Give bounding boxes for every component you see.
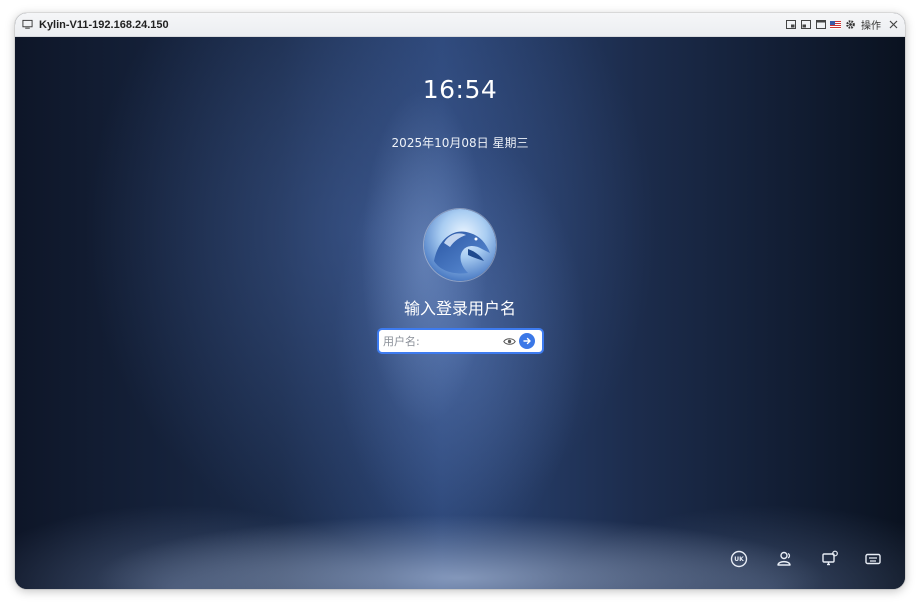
- switch-user-icon[interactable]: [774, 549, 794, 569]
- clock-date: 2025年10月08日 星期三: [391, 136, 529, 150]
- split-view-icon[interactable]: [800, 19, 811, 30]
- virtual-keyboard-icon[interactable]: [863, 549, 883, 569]
- login-prompt: 输入登录用户名: [403, 299, 516, 318]
- network-icon[interactable]: [820, 549, 840, 569]
- arrow-right-icon: [523, 337, 531, 345]
- picture-in-picture-icon[interactable]: [785, 19, 796, 30]
- lock-screen: 16:54 2025年10月08日 星期三 输入登录用户名 用户名: UK: [15, 37, 905, 589]
- fullscreen-icon[interactable]: [815, 19, 826, 30]
- close-icon[interactable]: [888, 19, 899, 30]
- keyboard-layout-icon[interactable]: UK: [729, 549, 749, 569]
- operations-menu[interactable]: 操作: [861, 17, 881, 32]
- show-password-eye-icon[interactable]: [503, 337, 516, 346]
- window-titlebar: Kylin-V11-192.168.24.150 操作: [15, 13, 905, 37]
- us-flag-icon[interactable]: [830, 19, 841, 30]
- remote-window: Kylin-V11-192.168.24.150 操作 16:54 2025年1…: [15, 13, 905, 589]
- monitor-icon: [22, 19, 33, 30]
- lockscreen-bottom-bar: UK: [15, 549, 905, 571]
- login-arrow-button[interactable]: [519, 333, 535, 349]
- keyboard-layout-label: UK: [734, 555, 744, 563]
- clock-time: 16:54: [422, 75, 498, 104]
- username-field: [377, 328, 544, 354]
- window-title: Kylin-V11-192.168.24.150: [39, 18, 169, 31]
- user-avatar: [424, 209, 496, 281]
- gear-icon[interactable]: [845, 19, 856, 30]
- username-input[interactable]: [383, 334, 501, 348]
